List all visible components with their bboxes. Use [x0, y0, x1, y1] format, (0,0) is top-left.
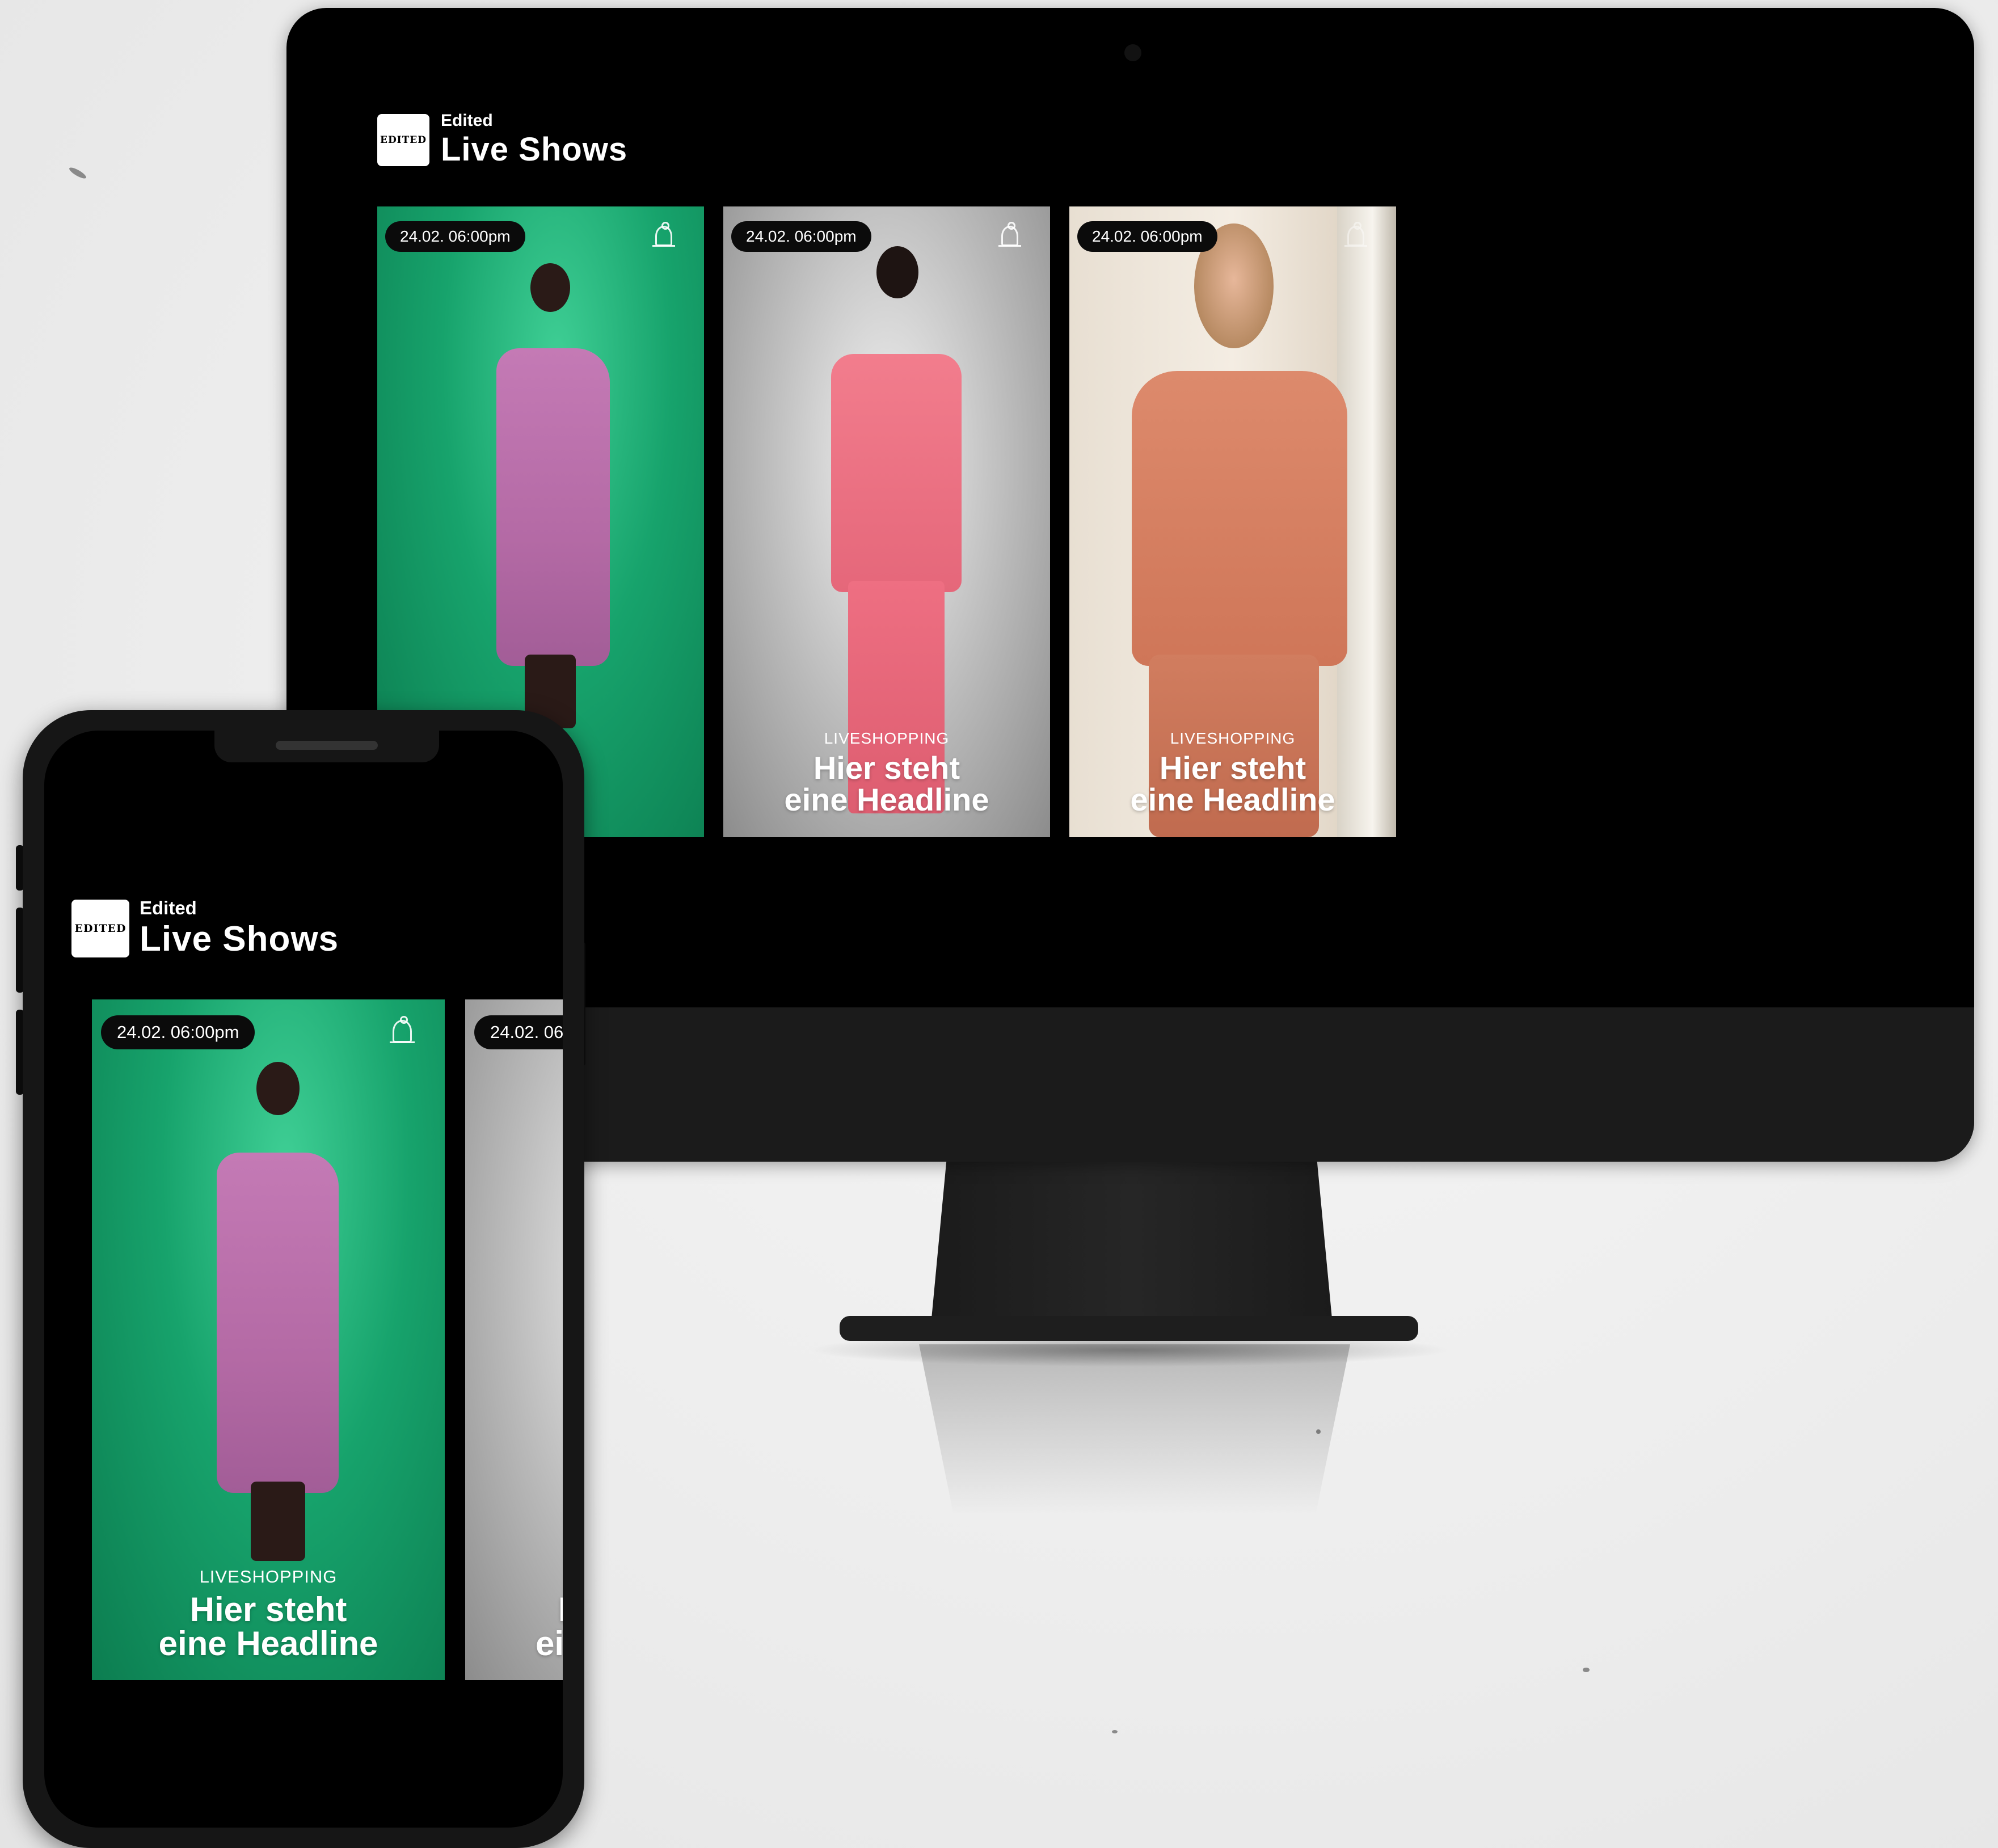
card-headline-line: ein [536, 1625, 563, 1663]
mobile-phone: EDITED Edited Live Shows 24.02. 06:00pm … [23, 710, 584, 1848]
bell-icon[interactable] [1344, 222, 1367, 247]
page-title: Live Shows [140, 919, 339, 959]
phone-screen: EDITED Edited Live Shows 24.02. 06:00pm … [44, 731, 563, 1828]
edited-logo[interactable]: EDITED [377, 113, 429, 166]
card-category: LIVESHOPPING [199, 1567, 338, 1587]
bell-icon[interactable] [998, 222, 1021, 247]
brand-block: Edited Live Shows [441, 111, 627, 168]
phone-speaker [276, 741, 378, 750]
background-speck [1112, 1730, 1118, 1733]
bell-icon[interactable] [390, 1016, 415, 1043]
card-headline-line: Hier steht [189, 1590, 347, 1628]
mobile-header: EDITED Edited Live Shows [71, 897, 339, 959]
show-date-badge: 24.02. 06:0 [474, 1015, 563, 1049]
model-figure [183, 1062, 364, 1561]
monitor-stand-reflection [919, 1344, 1350, 1514]
card-category: LIVESHOPPING [824, 729, 950, 747]
card-headline: Hier steht eine Headline [92, 1593, 445, 1661]
page-title: Live Shows [441, 131, 628, 168]
card-category: LIVESHOPPING [1170, 729, 1296, 747]
desktop-header: EDITED Edited Live Shows [377, 111, 627, 168]
show-card[interactable]: 24.02. 06:00pm LIVESHOPPING Hier steht e… [723, 206, 1050, 837]
card-headline-line: Hier steht [1159, 750, 1306, 786]
brand-name: Edited [441, 111, 493, 130]
card-headline: Hier steht eine Headline [1069, 752, 1396, 816]
show-card[interactable]: 24.02. 06:0 L H ein [465, 999, 563, 1680]
brand-block: Edited Live Shows [140, 897, 339, 959]
card-headline-line: eine Headline [158, 1625, 378, 1663]
monitor-stand-base [840, 1316, 1418, 1341]
card-headline: Hier steht eine Headline [723, 752, 1050, 816]
model-figure [808, 246, 979, 813]
show-card[interactable]: 24.02. 06:00pm LIVESHOPPING Hier steht e… [1069, 206, 1396, 837]
card-background [465, 999, 563, 1680]
monitor-stand-neck [930, 1161, 1333, 1331]
monitor-camera [1124, 44, 1141, 61]
brand-name: Edited [140, 897, 197, 918]
card-headline-line: Hier steht [813, 750, 960, 786]
card-headline: H ein [536, 1593, 563, 1661]
model-figure [462, 263, 633, 728]
card-headline-line: eine Headline [1130, 782, 1335, 817]
show-date-badge: 24.02. 06:00pm [731, 221, 871, 252]
show-date-badge: 24.02. 06:00pm [1077, 221, 1217, 252]
background-speck [68, 166, 88, 180]
show-date-badge: 24.02. 06:00pm [101, 1015, 255, 1049]
show-card[interactable]: 24.02. 06:00pm LIVESHOPPING Hier steht e… [92, 999, 445, 1680]
bell-icon[interactable] [652, 222, 675, 247]
card-headline-line: H [536, 1593, 563, 1627]
edited-logo[interactable]: EDITED [71, 899, 129, 957]
card-headline-line: eine Headline [784, 782, 989, 817]
show-date-badge: 24.02. 06:00pm [385, 221, 525, 252]
background-speck [1583, 1668, 1590, 1672]
